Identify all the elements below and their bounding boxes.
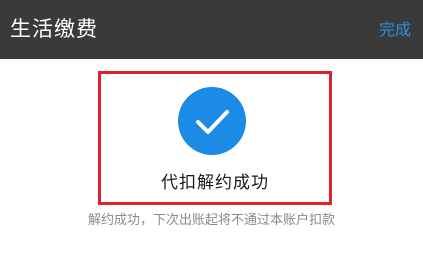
result-note: 解约成功，下次出账起将不通过本账户扣款 (87, 213, 335, 228)
success-message: 代扣解约成功 (161, 173, 269, 193)
check-circle-icon (178, 87, 246, 155)
top-navigation-bar: 生活缴费 完成 (0, 0, 423, 59)
done-button[interactable]: 完成 (379, 19, 411, 41)
payment-result-page: 生活缴费 完成 代扣解约成功 解约成功，下次出账起将不通过本账户扣款 (0, 0, 423, 254)
page-title: 生活缴费 (10, 17, 98, 41)
